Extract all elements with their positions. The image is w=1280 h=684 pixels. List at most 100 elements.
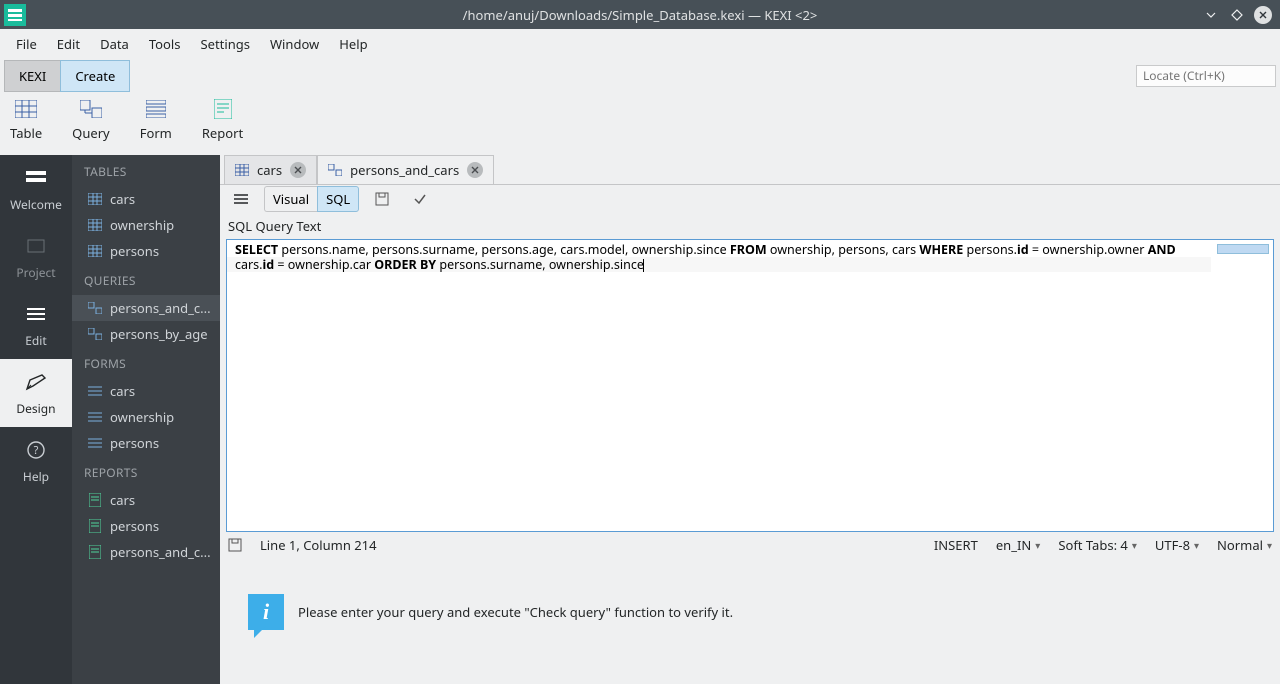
table-item-persons[interactable]: persons: [72, 238, 220, 264]
menu-window[interactable]: Window: [260, 31, 329, 57]
new-form-button[interactable]: Form: [140, 98, 172, 142]
status-normal[interactable]: Normal▾: [1217, 536, 1272, 554]
report-item-cars[interactable]: cars: [72, 487, 220, 513]
report-icon: [212, 98, 234, 120]
query-mini-icon: [88, 301, 102, 315]
hamburger-button[interactable]: [226, 190, 256, 208]
report-mini-icon: [88, 493, 102, 507]
new-table-button[interactable]: Table: [10, 98, 42, 142]
table-mini-icon: [88, 192, 102, 206]
close-tab-pac-icon[interactable]: [467, 162, 483, 178]
doc-tab-persons-and-cars[interactable]: persons_and_cars: [317, 155, 494, 184]
welcome-icon: [24, 166, 48, 190]
create-toolbar: Table Query Form Report: [0, 92, 1280, 155]
close-tab-cars-icon[interactable]: [290, 162, 306, 178]
minimize-button[interactable]: [1202, 6, 1220, 24]
text-cursor: [643, 259, 644, 272]
menu-settings[interactable]: Settings: [191, 31, 260, 57]
new-table-label: Table: [10, 124, 42, 142]
save-query-button[interactable]: [367, 189, 397, 209]
new-query-label: Query: [72, 124, 110, 142]
table-mini-icon: [88, 218, 102, 232]
table-item-cars[interactable]: cars: [72, 186, 220, 212]
form-item-ownership[interactable]: ownership: [72, 404, 220, 430]
maximize-button[interactable]: [1228, 6, 1246, 24]
query-icon: [80, 98, 102, 120]
rail-help-label: Help: [23, 468, 49, 485]
main-area: Welcome Project Edit Design ? Help TABLE…: [0, 155, 1280, 684]
report-mini-icon: [88, 545, 102, 559]
menu-edit[interactable]: Edit: [47, 31, 90, 57]
rail-design[interactable]: Design: [0, 359, 72, 427]
status-encoding[interactable]: UTF-8▾: [1155, 536, 1199, 554]
new-form-label: Form: [140, 124, 172, 142]
query-mini-icon: [328, 164, 342, 176]
window-title: /home/anuj/Downloads/Simple_Database.kex…: [463, 6, 818, 24]
table-icon: [15, 98, 37, 120]
menu-file[interactable]: File: [6, 31, 47, 57]
rail-welcome[interactable]: Welcome: [0, 155, 72, 223]
table-mini-icon: [235, 164, 249, 176]
status-mode[interactable]: INSERT: [934, 536, 978, 554]
doc-tab-cars[interactable]: cars: [224, 155, 317, 184]
menubar: File Edit Data Tools Settings Window Hel…: [0, 29, 1280, 59]
rail-project[interactable]: Project: [0, 223, 72, 291]
reports-header: REPORTS: [72, 456, 220, 487]
menu-help[interactable]: Help: [329, 31, 377, 57]
form-item-cars[interactable]: cars: [72, 378, 220, 404]
table-mini-icon: [88, 244, 102, 258]
mode-tab-kexi[interactable]: KEXI: [4, 60, 60, 92]
info-message: Please enter your query and execute "Che…: [298, 603, 733, 621]
form-icon: [145, 98, 167, 120]
rail-project-label: Project: [16, 264, 55, 281]
svg-text:?: ?: [34, 443, 39, 458]
report-item-persons[interactable]: persons: [72, 513, 220, 539]
status-linecol: Line 1, Column 214: [260, 536, 377, 554]
query-item-persons-and-cars[interactable]: persons_and_c...: [72, 295, 220, 321]
locate-input[interactable]: [1136, 65, 1276, 87]
menu-data[interactable]: Data: [90, 31, 139, 57]
design-icon: [24, 370, 48, 394]
new-report-button[interactable]: Report: [202, 98, 243, 142]
help-icon: ?: [24, 438, 48, 462]
forms-header: FORMS: [72, 347, 220, 378]
rail-help[interactable]: ? Help: [0, 427, 72, 495]
project-panel: TABLES cars ownership persons QUERIES pe…: [72, 155, 220, 684]
query-item-persons-by-age[interactable]: persons_by_age: [72, 321, 220, 347]
table-item-ownership[interactable]: ownership: [72, 212, 220, 238]
tables-header: TABLES: [72, 155, 220, 186]
query-mini-icon: [88, 327, 102, 341]
view-toolbar: Visual SQL: [220, 185, 1280, 213]
app-icon: [4, 4, 26, 26]
menu-tools[interactable]: Tools: [139, 31, 191, 57]
form-mini-icon: [88, 384, 102, 398]
editor-statusbar: Line 1, Column 214 INSERT en_IN▾ Soft Ta…: [220, 532, 1280, 558]
project-icon: [24, 234, 48, 258]
content: cars persons_and_cars Visual SQL SQL Que…: [220, 155, 1280, 684]
save-status-icon[interactable]: [228, 538, 242, 552]
doc-tab-pac-label: persons_and_cars: [350, 161, 459, 179]
form-mini-icon: [88, 436, 102, 450]
form-mini-icon: [88, 410, 102, 424]
status-locale[interactable]: en_IN▾: [996, 536, 1040, 554]
report-mini-icon: [88, 519, 102, 533]
sql-editor[interactable]: SELECT persons.name, persons.surname, pe…: [226, 239, 1274, 532]
status-tabs[interactable]: Soft Tabs: 4▾: [1058, 536, 1137, 554]
doc-tab-cars-label: cars: [257, 161, 282, 179]
minimap-scroll-indicator[interactable]: [1217, 244, 1269, 254]
rail-design-label: Design: [16, 400, 55, 417]
new-query-button[interactable]: Query: [72, 98, 110, 142]
close-button[interactable]: [1254, 6, 1272, 24]
edit-icon: [24, 302, 48, 326]
report-item-persons-and-cars[interactable]: persons_and_c...: [72, 539, 220, 565]
mode-tab-create[interactable]: Create: [60, 60, 130, 92]
rail: Welcome Project Edit Design ? Help: [0, 155, 72, 684]
queries-header: QUERIES: [72, 264, 220, 295]
view-visual-button[interactable]: Visual: [264, 186, 317, 212]
form-item-persons[interactable]: persons: [72, 430, 220, 456]
check-query-button[interactable]: [405, 189, 435, 209]
rail-edit-label: Edit: [25, 332, 46, 349]
view-sql-button[interactable]: SQL: [317, 186, 359, 212]
info-icon: i: [248, 594, 284, 630]
rail-edit[interactable]: Edit: [0, 291, 72, 359]
